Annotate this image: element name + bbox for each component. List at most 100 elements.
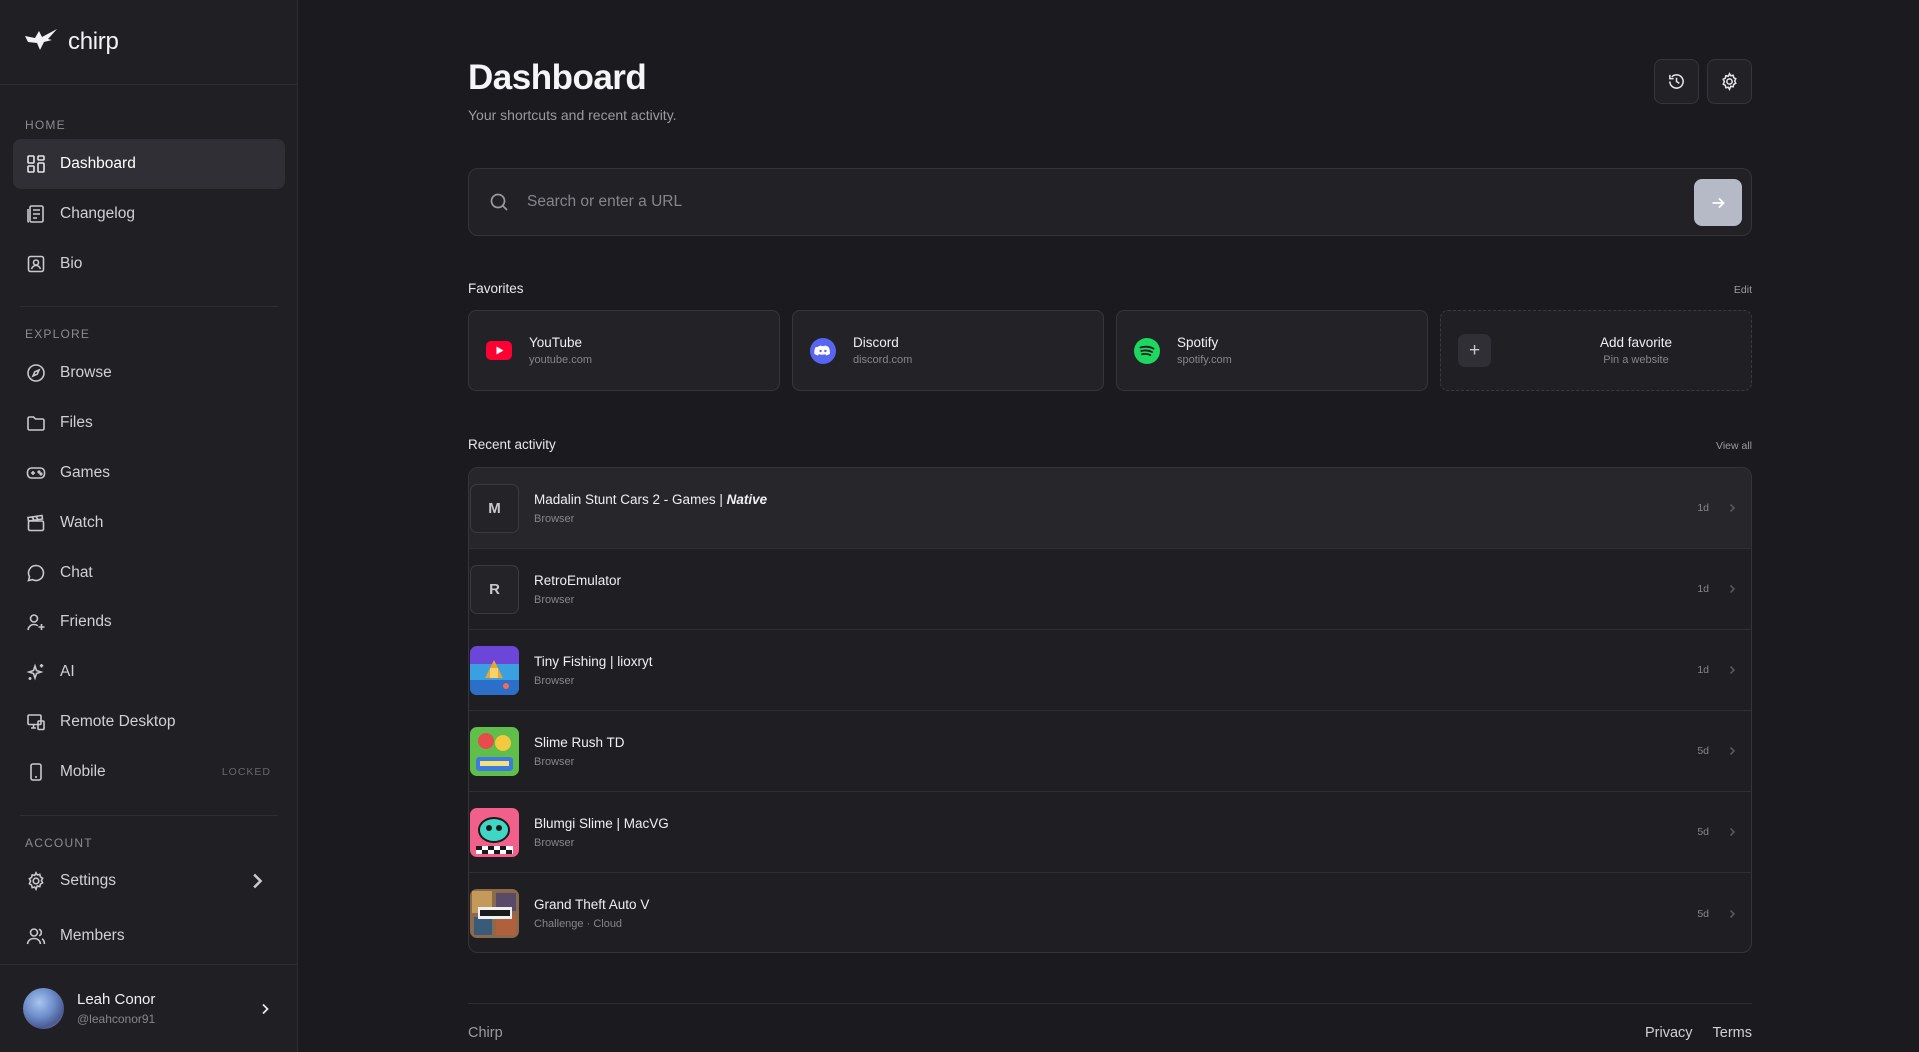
- activity-title: Madalin Stunt Cars 2 - Games | Native: [534, 491, 768, 507]
- search-bar: [468, 168, 1752, 236]
- activity-title: Blumgi Slime | MacVG: [534, 815, 669, 831]
- brand-name: chirp: [68, 28, 119, 55]
- sidebar-item-members[interactable]: Members: [13, 911, 285, 961]
- favorites-title: Favorites: [468, 281, 524, 296]
- sidebar-item-label: Members: [60, 927, 125, 944]
- user-handle: @leahconor91: [77, 1012, 156, 1026]
- favorite-youtube[interactable]: YouTube youtube.com: [468, 310, 780, 391]
- sidebar-divider: [20, 815, 278, 816]
- user-name: Leah Conor: [77, 991, 156, 1008]
- locked-badge: LOCKED: [221, 766, 271, 778]
- go-button[interactable]: [1694, 179, 1742, 226]
- search-icon: [490, 193, 508, 211]
- add-favorite-sub: Pin a website: [1603, 354, 1669, 366]
- sidebar-item-label: Browse: [60, 364, 112, 381]
- avatar: [23, 988, 64, 1029]
- sidebar-item-label: Mobile: [60, 763, 106, 780]
- user-profile[interactable]: Leah Conor @leahconor91: [0, 964, 298, 1052]
- chevron-right-icon: [253, 873, 263, 889]
- add-favorite-button[interactable]: + Add favorite Pin a website: [1440, 310, 1752, 391]
- activity-source: Browser: [534, 674, 575, 687]
- chevron-right-icon: [1729, 827, 1736, 837]
- activity-title: Tiny Fishing | lioxryt: [534, 653, 653, 669]
- history-button[interactable]: [1654, 59, 1699, 104]
- section-label-account: ACCOUNT: [25, 836, 93, 850]
- chevron-right-icon: [1729, 909, 1736, 918]
- recent-activity-list: M Madalin Stunt Cars 2 - Games | Native …: [468, 467, 1752, 953]
- clapper-icon: [27, 514, 45, 532]
- sidebar-item-watch[interactable]: Watch: [13, 498, 285, 548]
- sidebar-item-friends[interactable]: Friends: [13, 597, 285, 647]
- arrow-right-icon: [1712, 197, 1725, 208]
- chevron-right-icon: [1729, 503, 1736, 513]
- activity-time: 5d: [1697, 907, 1709, 920]
- favorite-spotify[interactable]: Spotify spotify.com: [1116, 310, 1428, 391]
- user-plus-icon: [27, 614, 45, 631]
- youtube-icon: [486, 338, 512, 364]
- sidebar-item-chat[interactable]: Chat: [13, 548, 285, 598]
- changelog-icon: [27, 205, 44, 223]
- privacy-link[interactable]: Privacy: [1645, 1025, 1693, 1041]
- footer-divider: [468, 1003, 1752, 1004]
- sidebar: chirp HOME Dashboard Changelog Bio EXPLO…: [0, 0, 298, 1052]
- sidebar-item-dashboard[interactable]: Dashboard: [13, 139, 285, 189]
- search-input[interactable]: [527, 193, 1647, 211]
- sidebar-item-label: Dashboard: [60, 155, 136, 172]
- sidebar-item-bio[interactable]: Bio: [13, 239, 285, 289]
- dashboard-icon: [27, 155, 45, 173]
- add-favorite-label: Add favorite: [1599, 335, 1673, 350]
- chat-icon: [27, 564, 45, 582]
- gear-icon: [1722, 72, 1737, 91]
- activity-row[interactable]: R RetroEmulator Browser 1d: [469, 549, 1751, 630]
- users-icon: [26, 928, 46, 945]
- history-icon: [1669, 74, 1684, 89]
- sparkles-icon: [26, 663, 44, 681]
- activity-source: Browser: [534, 593, 575, 606]
- chevron-right-icon: [1729, 746, 1736, 756]
- view-all-link[interactable]: View all: [1716, 440, 1752, 452]
- sidebar-item-mobile[interactable]: Mobile LOCKED: [13, 747, 285, 797]
- activity-source: Browser: [534, 755, 575, 768]
- sidebar-item-browse[interactable]: Browse: [13, 348, 285, 398]
- favorite-discord[interactable]: Discord discord.com: [792, 310, 1104, 391]
- favorite-url: youtube.com: [529, 354, 592, 366]
- discord-icon: [810, 337, 836, 364]
- section-label-home: HOME: [25, 118, 66, 132]
- sidebar-item-files[interactable]: Files: [13, 398, 285, 448]
- activity-time: 5d: [1697, 826, 1709, 838]
- sidebar-item-ai[interactable]: AI: [13, 647, 285, 697]
- settings-button[interactable]: [1707, 59, 1752, 104]
- chevron-right-icon: [262, 1003, 269, 1014]
- sidebar-item-games[interactable]: Games: [13, 448, 285, 498]
- favorite-url: discord.com: [853, 354, 913, 366]
- activity-row[interactable]: M Madalin Stunt Cars 2 - Games | Native …: [469, 468, 1751, 549]
- gamepad-icon: [26, 467, 46, 479]
- activity-time: 1d: [1697, 502, 1709, 514]
- sidebar-item-label: Bio: [60, 255, 83, 272]
- sidebar-item-label: AI: [60, 663, 75, 680]
- favorites-edit-link[interactable]: Edit: [1734, 284, 1752, 296]
- terms-link[interactable]: Terms: [1713, 1025, 1752, 1041]
- recent-activity-title: Recent activity: [468, 437, 556, 452]
- sidebar-item-remote-desktop[interactable]: Remote Desktop: [13, 697, 285, 747]
- activity-row[interactable]: Tiny Fishing | lioxryt Browser 1d: [469, 630, 1751, 711]
- favorite-name: Discord: [853, 335, 899, 350]
- chevron-right-icon: [1729, 584, 1736, 594]
- brand[interactable]: chirp: [0, 0, 297, 85]
- activity-source: Browser: [534, 512, 575, 525]
- sidebar-item-label: Watch: [60, 514, 104, 531]
- section-label-explore: EXPLORE: [25, 327, 91, 341]
- activity-row[interactable]: Blumgi Slime | MacVG Browser 5d: [469, 792, 1751, 873]
- sidebar-item-settings[interactable]: Settings: [13, 856, 285, 906]
- activity-time: 1d: [1697, 664, 1709, 676]
- slime-rush-thumbnail: [470, 726, 519, 776]
- activity-row[interactable]: Grand Theft Auto V Challenge · Cloud 5d: [469, 873, 1751, 952]
- footer-brand: Chirp: [468, 1025, 503, 1041]
- favorite-name: YouTube: [529, 335, 583, 350]
- activity-time: 5d: [1697, 745, 1709, 757]
- activity-row[interactable]: Slime Rush TD Browser 5d: [469, 711, 1751, 792]
- chevron-right-icon: [1729, 665, 1736, 675]
- sidebar-item-changelog[interactable]: Changelog: [13, 189, 285, 239]
- compass-icon: [27, 364, 45, 382]
- folder-icon: [27, 416, 45, 431]
